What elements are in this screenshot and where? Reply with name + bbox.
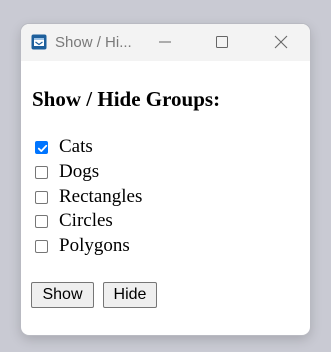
checkbox-row-cats[interactable]: Cats — [35, 136, 93, 158]
maximize-icon[interactable] — [210, 31, 234, 53]
checkbox-label-cats[interactable]: Cats — [59, 136, 93, 158]
checkbox-label-rectangles[interactable]: Rectangles — [59, 186, 142, 208]
hide-button[interactable]: Hide — [103, 282, 157, 308]
window-title: Show / Hi... — [55, 34, 132, 51]
checkbox-polygons[interactable] — [35, 239, 48, 253]
checkbox-label-polygons[interactable]: Polygons — [59, 235, 130, 257]
minimize-icon[interactable] — [153, 31, 177, 53]
checkbox-row-dogs[interactable]: Dogs — [35, 161, 99, 183]
checkbox-label-circles[interactable]: Circles — [59, 210, 113, 232]
checkbox-cats[interactable] — [35, 140, 48, 154]
checkbox-circles[interactable] — [35, 214, 48, 228]
checkbox-label-dogs[interactable]: Dogs — [59, 161, 99, 183]
checkbox-row-polygons[interactable]: Polygons — [35, 235, 130, 257]
page-heading: Show / Hide Groups: — [32, 87, 221, 111]
close-icon[interactable] — [269, 31, 293, 53]
app-window-icon — [31, 34, 47, 50]
checkbox-dogs[interactable] — [35, 165, 48, 179]
checkbox-rectangles[interactable] — [35, 190, 48, 204]
show-button[interactable]: Show — [31, 282, 94, 308]
checkbox-row-circles[interactable]: Circles — [35, 210, 113, 232]
app-window: Show / Hi... Show / Hide Groups: Cats Do… — [21, 24, 310, 335]
checkbox-row-rectangles[interactable]: Rectangles — [35, 186, 142, 208]
title-bar[interactable]: Show / Hi... — [21, 24, 310, 61]
